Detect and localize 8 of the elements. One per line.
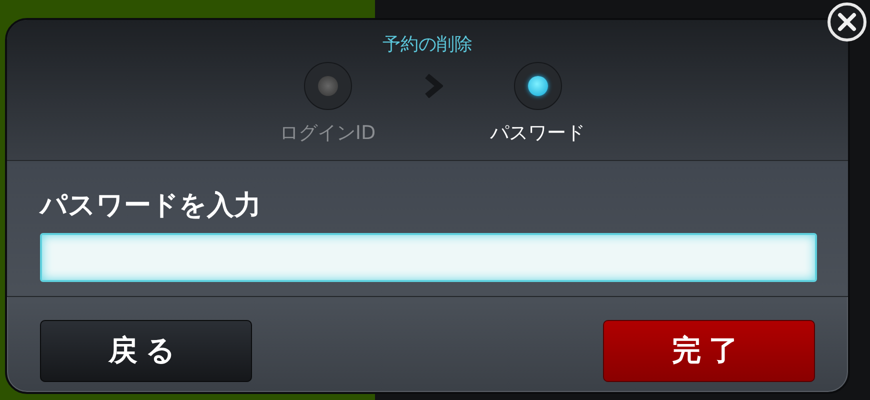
step-label: パスワード bbox=[490, 121, 585, 146]
back-button[interactable]: 戻る bbox=[40, 320, 252, 382]
password-field[interactable] bbox=[40, 233, 817, 282]
field-label: パスワードを入力 bbox=[40, 189, 262, 223]
chevron-icon bbox=[422, 74, 442, 98]
dialog-title: 予約の削除 bbox=[382, 33, 472, 56]
step-label: ログインID bbox=[279, 121, 376, 146]
done-button[interactable]: 完了 bbox=[603, 320, 815, 382]
